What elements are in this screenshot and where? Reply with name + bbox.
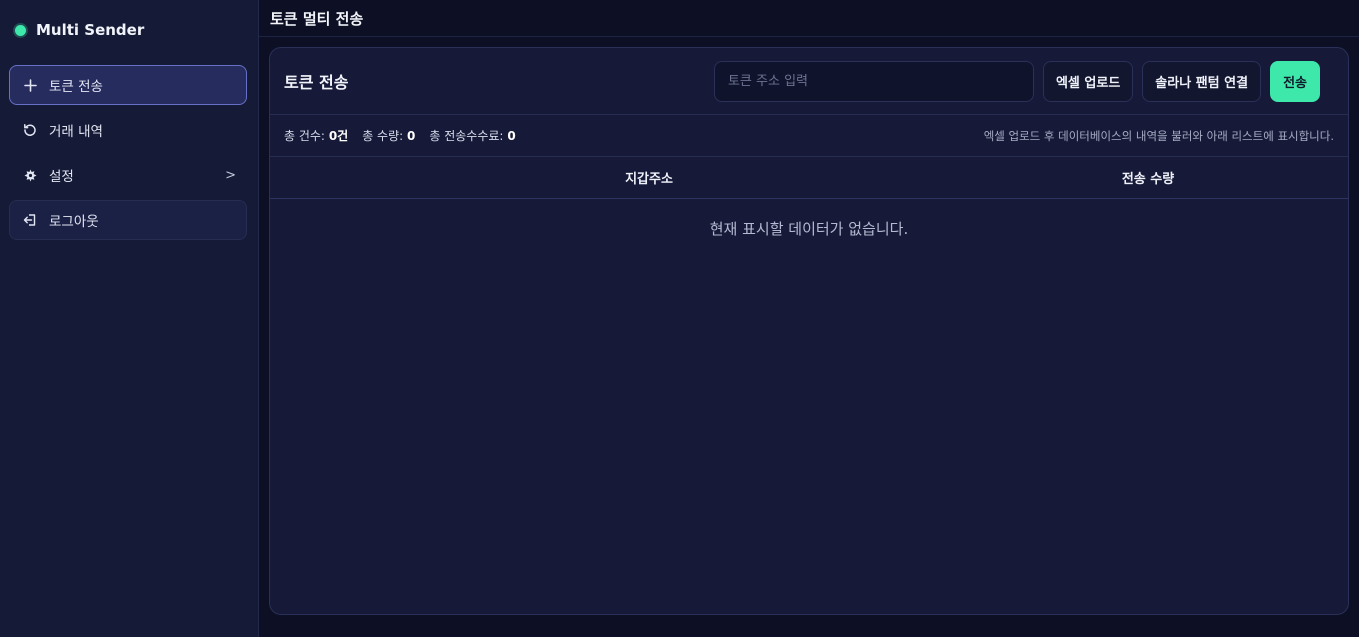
content: 토큰 전송 엑셀 업로드 솔라나 팬텀 연결 전송 총 건수: 0건 총 수량:… [259, 37, 1359, 637]
plus-icon [23, 78, 37, 92]
brand: Multi Sender [9, 0, 247, 60]
chevron-right-icon: > [225, 167, 236, 183]
stat-fee: 총 전송수수료: 0 [429, 127, 515, 144]
main-area: 토큰 멀티 전송 토큰 전송 엑셀 업로드 솔라나 팬텀 연결 전송 총 건수:… [259, 0, 1359, 637]
sidebar: Multi Sender 토큰 전송 거래 내역 설정 > 로그아웃 [0, 0, 259, 637]
send-button[interactable]: 전송 [1270, 60, 1320, 102]
stats-bar: 총 건수: 0건 총 수량: 0 총 전송수수료: 0 엑셀 업로드 후 데이터… [270, 115, 1348, 157]
stat-count: 총 건수: 0건 [284, 127, 348, 144]
column-header-wallet: 지갑주소 [625, 172, 673, 187]
stat-count-value: 0건 [328, 129, 349, 143]
token-address-input[interactable] [713, 60, 1034, 102]
stats-note: 엑셀 업로드 후 데이터베이스의 내역을 불러와 아래 리스트에 표시합니다. [983, 128, 1334, 143]
stat-amount-value: 0 [407, 129, 416, 143]
sidebar-item-logout[interactable]: 로그아웃 [9, 200, 247, 240]
status-dot-icon [15, 24, 26, 36]
empty-message: 현재 표시할 데이터가 없습니다. [709, 220, 909, 238]
stat-count-label: 총 건수: [284, 129, 325, 143]
sidebar-item-history[interactable]: 거래 내역 [9, 110, 247, 150]
sidebar-nav: 토큰 전송 거래 내역 설정 > 로그아웃 [9, 65, 247, 240]
sidebar-item-label: 설정 [49, 169, 74, 185]
sidebar-item-label: 토큰 전송 [49, 79, 103, 95]
stat-amount: 총 수량: 0 [362, 127, 415, 144]
brand-name: Multi Sender [36, 21, 145, 39]
card-title: 토큰 전송 [284, 73, 349, 92]
sidebar-item-settings[interactable]: 설정 > [9, 155, 247, 195]
token-send-card: 토큰 전송 엑셀 업로드 솔라나 팬텀 연결 전송 총 건수: 0건 총 수량:… [269, 47, 1349, 615]
phantom-connect-button[interactable]: 솔라나 팬텀 연결 [1142, 60, 1262, 102]
sidebar-item-label: 로그아웃 [49, 214, 99, 230]
stat-fee-value: 0 [507, 129, 516, 143]
stat-fee-label: 총 전송수수료: [429, 129, 504, 143]
card-header: 토큰 전송 엑셀 업로드 솔라나 팬텀 연결 전송 [270, 48, 1348, 115]
column-header-amount: 전송 수량 [1121, 172, 1175, 187]
excel-upload-button[interactable]: 엑셀 업로드 [1042, 60, 1134, 102]
history-icon [23, 123, 37, 137]
page-title: 토큰 멀티 전송 [259, 0, 1359, 37]
sidebar-item-token-send[interactable]: 토큰 전송 [9, 65, 247, 105]
table-header: 지갑주소 전송 수량 [270, 157, 1348, 199]
stat-amount-label: 총 수량: [362, 129, 404, 143]
gear-icon [23, 169, 37, 182]
sidebar-item-label: 거래 내역 [49, 124, 103, 140]
app-root: Multi Sender 토큰 전송 거래 내역 설정 > 로그아웃 토큰 멀티… [0, 0, 1359, 637]
logout-icon [23, 213, 37, 227]
